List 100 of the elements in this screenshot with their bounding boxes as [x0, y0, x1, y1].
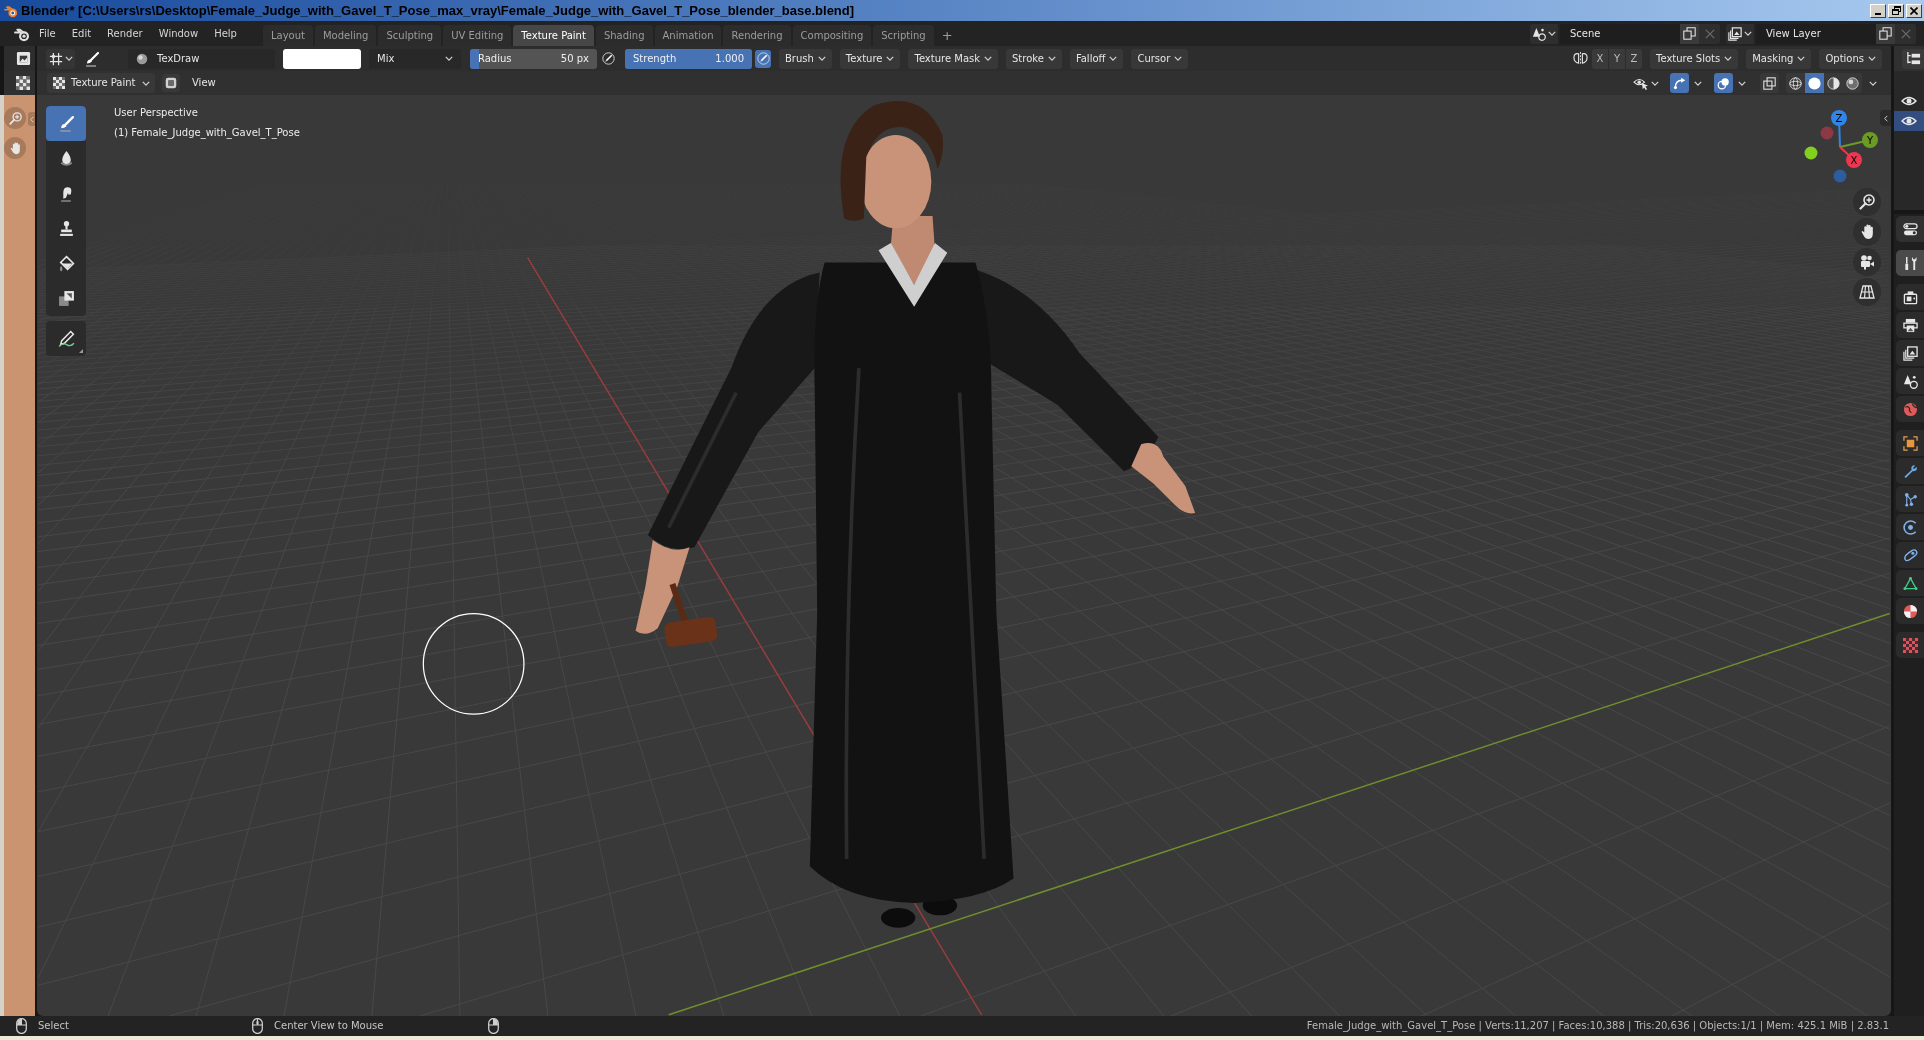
pressure-toggle[interactable] — [755, 49, 771, 68]
add-workspace-button[interactable]: + — [935, 25, 959, 46]
gizmo-toggle[interactable] — [1670, 73, 1689, 93]
close-icon — [1704, 28, 1715, 39]
screwdriver-wrench-icon — [1902, 255, 1918, 271]
axis-toggle[interactable]: Z — [1626, 48, 1642, 69]
workspace-tab[interactable]: Layout — [262, 25, 313, 46]
shading-button[interactable] — [1824, 73, 1843, 93]
properties-tab[interactable] — [1896, 368, 1924, 394]
axis-handle[interactable]: Y — [1839, 132, 1878, 148]
overlapping-circles-icon — [1717, 76, 1730, 90]
workspace-tab[interactable]: Modeling — [314, 25, 377, 46]
chevron-icon — [1737, 80, 1746, 86]
restore-button[interactable] — [1888, 3, 1904, 18]
shading-button[interactable] — [1805, 73, 1824, 93]
properties-tab[interactable] — [1896, 570, 1924, 596]
menu-item[interactable]: Render — [99, 23, 151, 44]
overlay-toggle[interactable] — [1714, 73, 1733, 93]
tool-button[interactable] — [46, 321, 86, 356]
dropdown-menu[interactable]: Cursor — [1131, 48, 1189, 69]
scene-field[interactable]: Scene — [1560, 23, 1680, 44]
dropdown-menu[interactable]: Texture Slots — [1650, 48, 1739, 69]
properties-tab[interactable] — [1896, 250, 1924, 276]
image-stack-icon — [1902, 345, 1918, 361]
properties-tab[interactable] — [1896, 340, 1924, 366]
orbit-icon — [1902, 519, 1918, 535]
workspace-tab[interactable]: UV Editing — [443, 25, 512, 46]
chevron-icon — [1693, 80, 1702, 86]
properties-tab[interactable] — [1896, 284, 1924, 310]
properties-tab[interactable] — [1896, 486, 1924, 512]
axis-toggle[interactable]: Y — [1609, 48, 1625, 69]
data-block-dropdown[interactable] — [1530, 23, 1558, 44]
chevron-icon — [1109, 56, 1118, 61]
blend-mode-dropdown[interactable]: Mix — [369, 48, 461, 69]
dropdown-menu[interactable]: Options — [1819, 48, 1882, 69]
workspace-tab[interactable]: Rendering — [723, 25, 791, 46]
axis-toggle[interactable]: X — [1592, 48, 1608, 69]
xray-toggle[interactable] — [1760, 73, 1779, 93]
editor-type-button[interactable] — [46, 48, 75, 69]
properties-tab[interactable] — [1896, 542, 1924, 568]
dropdown-menu[interactable]: Stroke — [1006, 48, 1062, 69]
workspace-tab[interactable]: Sculpting — [378, 25, 442, 46]
brush-selector[interactable]: TexDraw — [128, 48, 275, 69]
properties-tab[interactable] — [1896, 430, 1924, 456]
workspace-tab[interactable]: Shading — [595, 25, 653, 46]
sidebar-toggle[interactable] — [1880, 110, 1891, 126]
number-slider[interactable]: Radius 50 px — [470, 48, 597, 69]
properties-tab[interactable] — [1896, 458, 1924, 484]
shading-button[interactable] — [1786, 73, 1805, 93]
view-layer-field[interactable]: View Layer — [1756, 23, 1876, 44]
negative-axis-handle[interactable] — [1820, 126, 1834, 140]
properties-tab[interactable] — [1896, 312, 1924, 338]
pressure-toggle[interactable] — [600, 49, 616, 68]
negative-axis-handle[interactable] — [1833, 169, 1847, 183]
rounded-square-icon — [165, 77, 177, 89]
pen-icon — [601, 52, 615, 65]
number-slider[interactable]: Strength 1.000 — [625, 48, 752, 69]
new-button[interactable] — [1680, 23, 1699, 44]
sphere-icon — [136, 52, 148, 65]
checker-icon[interactable] — [16, 76, 30, 90]
close-button[interactable] — [1906, 3, 1922, 18]
visibility-toggle[interactable] — [1894, 111, 1924, 131]
menu-item[interactable]: Help — [206, 23, 245, 44]
dropdown-menu[interactable]: Falloff — [1069, 48, 1124, 69]
navigation-button[interactable] — [1853, 278, 1881, 306]
corner-triangle-icon — [79, 349, 83, 353]
menu-item[interactable]: View — [186, 73, 222, 93]
navigation-button[interactable] — [1853, 248, 1881, 276]
properties-tab[interactable] — [1896, 598, 1924, 624]
dropdown-menu[interactable]: Texture — [839, 48, 901, 69]
dropdown-menu[interactable]: Masking — [1746, 48, 1812, 69]
tool-button[interactable] — [46, 281, 86, 316]
editor-type-button[interactable] — [1902, 48, 1924, 69]
axis-handle[interactable]: Z — [1831, 110, 1847, 148]
negative-axis-handle[interactable] — [1804, 146, 1818, 160]
data-block-dropdown[interactable] — [1726, 23, 1754, 44]
color-field[interactable] — [283, 48, 361, 69]
workspace-tab[interactable]: Scripting — [873, 25, 934, 46]
sidebar-toggle[interactable] — [28, 112, 35, 126]
tool-button[interactable] — [46, 141, 86, 176]
new-button[interactable] — [1876, 23, 1895, 44]
chevron-icon — [1651, 80, 1659, 86]
minimize-button[interactable] — [1870, 3, 1886, 18]
menu-item[interactable]: File — [31, 23, 64, 44]
shading-button[interactable] — [1843, 73, 1862, 93]
duplicate-icon — [1683, 27, 1696, 40]
navigation-button[interactable] — [1853, 188, 1881, 216]
mask-toggle[interactable] — [162, 74, 180, 92]
properties-tab[interactable] — [1896, 514, 1924, 540]
workspace-tab[interactable]: Animation — [654, 25, 722, 46]
menu-item[interactable]: Window — [150, 23, 207, 44]
workspace-tab[interactable]: Texture Paint — [513, 25, 594, 46]
editor-type-button[interactable] — [1896, 216, 1924, 242]
picture-frame-icon[interactable] — [16, 51, 31, 66]
mode-dropdown[interactable]: Texture Paint — [47, 73, 155, 93]
brush-icon[interactable] — [84, 50, 100, 67]
workspace-tab[interactable]: Compositing — [792, 25, 872, 46]
menu-item[interactable]: Edit — [63, 23, 100, 44]
dropdown-menu[interactable]: Texture Mask — [908, 48, 998, 69]
dropdown-menu[interactable]: Brush — [779, 48, 832, 69]
